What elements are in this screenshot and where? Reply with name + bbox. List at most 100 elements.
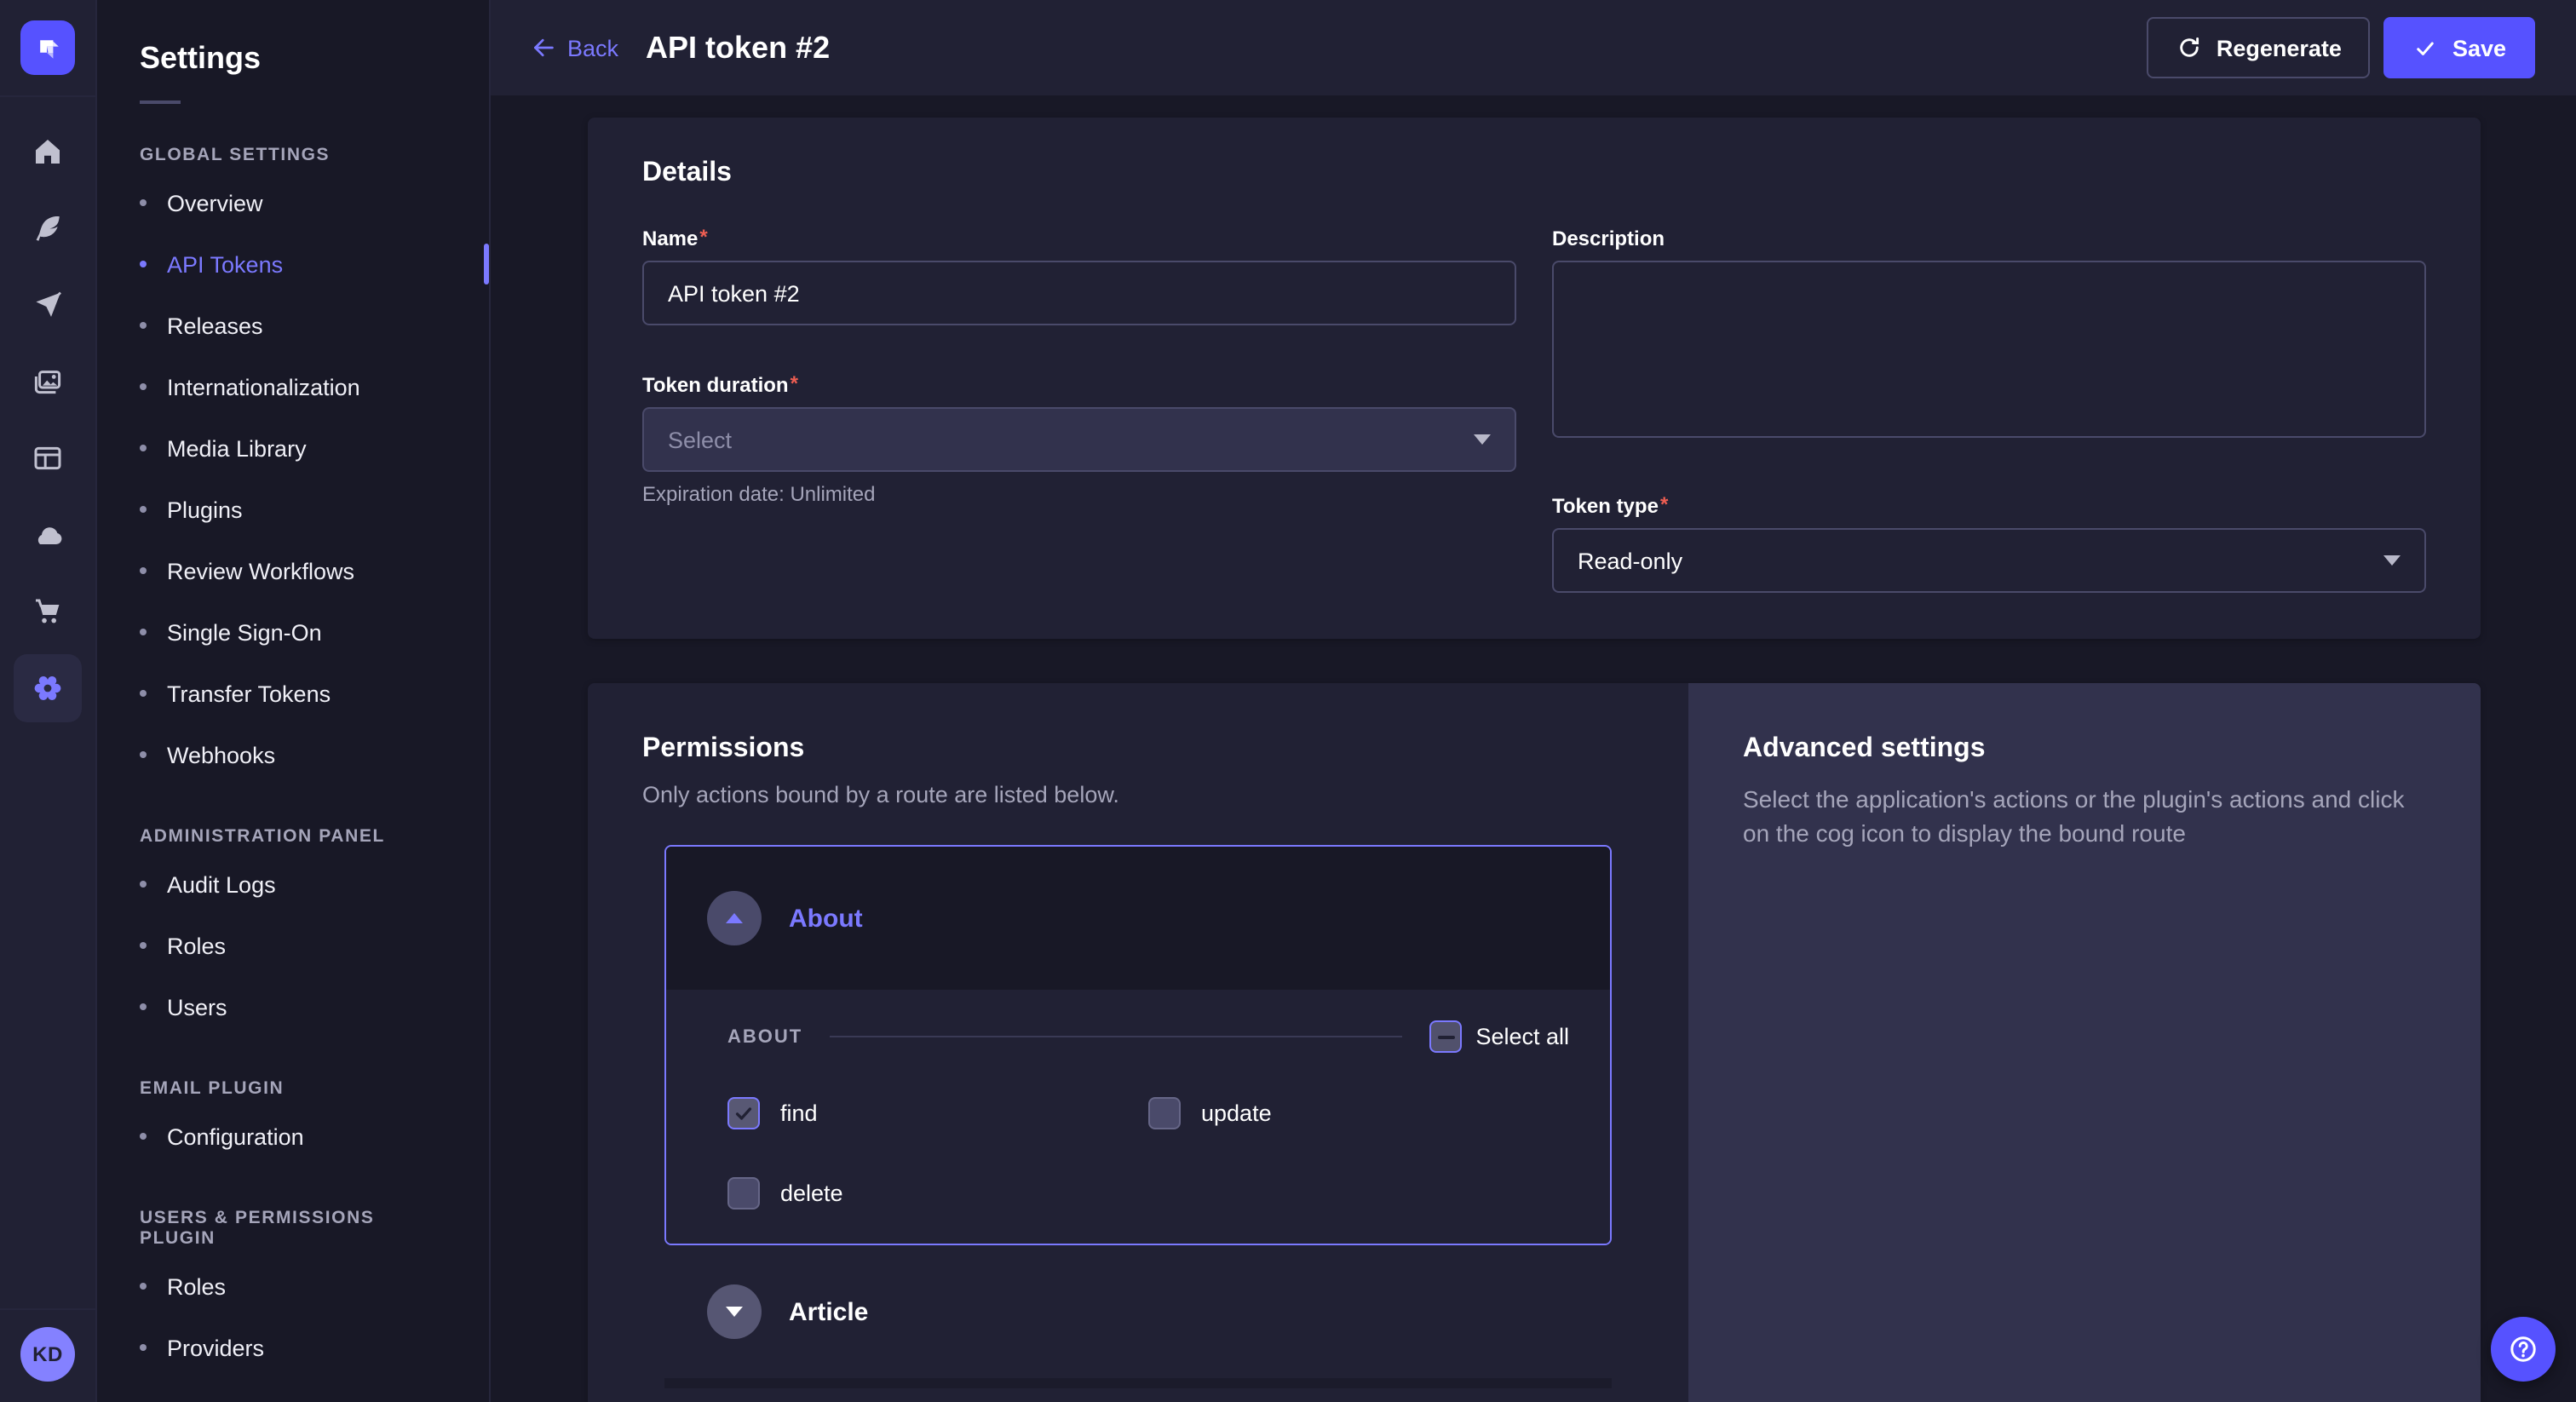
question-circle-icon (2506, 1332, 2540, 1366)
permissions-subtitle: Only actions bound by a route are listed… (642, 782, 1634, 807)
collapse-toggle-icon[interactable] (707, 891, 762, 945)
regenerate-label: Regenerate (2217, 35, 2342, 60)
refresh-icon (2176, 34, 2203, 61)
select-all-checkbox[interactable] (1429, 1020, 1462, 1053)
permissions-panel: Permissions Only actions bound by a rout… (588, 683, 1688, 1402)
accordion-header-article[interactable]: Article (664, 1245, 1612, 1378)
chevron-up-icon (726, 913, 743, 923)
accordion-body-about: ABOUT Select all find (666, 990, 1610, 1244)
bullet-icon (140, 1003, 147, 1010)
sidebar-item-admin-roles[interactable]: Roles (95, 915, 489, 976)
sidebar-item-media-library[interactable]: Media Library (95, 417, 489, 479)
sidebar-item-transfer-tokens[interactable]: Transfer Tokens (95, 663, 489, 724)
regenerate-button[interactable]: Regenerate (2147, 17, 2371, 78)
section-label-users-permissions-plugin: USERS & PERMISSIONS PLUGIN (140, 1208, 445, 1249)
description-textarea[interactable] (1552, 261, 2426, 438)
accordion-header-about[interactable]: About (666, 847, 1610, 990)
indeterminate-dash-icon (1437, 1035, 1454, 1038)
check-icon (733, 1102, 755, 1124)
permission-action-update: update (1148, 1097, 1569, 1129)
sidebar-item-api-tokens[interactable]: API Tokens (95, 233, 489, 295)
required-marker: * (1660, 494, 1668, 518)
layout-icon[interactable] (14, 424, 82, 492)
advanced-settings-title: Advanced settings (1743, 734, 2426, 765)
sidebar-item-internationalization[interactable]: Internationalization (95, 356, 489, 417)
delete-checkbox[interactable] (727, 1177, 760, 1210)
check-icon (2413, 35, 2439, 60)
user-avatar[interactable]: KD (20, 1327, 75, 1382)
required-marker: * (791, 373, 798, 397)
chevron-down-icon (1474, 434, 1491, 445)
token-duration-placeholder: Select (668, 427, 732, 452)
token-type-label: Token type* (1552, 494, 2426, 518)
send-icon[interactable] (14, 271, 82, 339)
sidebar-item-plugins[interactable]: Plugins (95, 479, 489, 540)
back-arrow-icon (530, 34, 557, 61)
accordion-title: About (789, 904, 863, 933)
feather-icon[interactable] (14, 194, 82, 262)
bullet-icon (140, 383, 147, 390)
find-checkbox[interactable] (727, 1097, 760, 1129)
section-label-administration-panel: ADMINISTRATION PANEL (140, 826, 445, 847)
cart-icon[interactable] (14, 577, 82, 646)
chevron-down-icon (2383, 555, 2401, 566)
sidebar-title-divider (140, 101, 181, 104)
page-header: Back API token #2 Regenerate Save (489, 0, 2576, 95)
back-button[interactable]: Back (530, 34, 618, 61)
sidebar-item-audit-logs[interactable]: Audit Logs (95, 853, 489, 915)
cloud-icon[interactable] (14, 501, 82, 569)
token-type-select[interactable]: Read-only (1552, 528, 2426, 593)
strapi-logo[interactable] (20, 20, 75, 75)
sidebar-item-overview[interactable]: Overview (95, 172, 489, 233)
expiration-hint: Expiration date: Unlimited (642, 482, 1516, 506)
sidebar-title: Settings (140, 41, 489, 77)
sidebar-item-admin-users[interactable]: Users (95, 976, 489, 1037)
back-label: Back (567, 35, 618, 60)
bullet-icon (140, 629, 147, 635)
sidebar-item-up-roles[interactable]: Roles (95, 1255, 489, 1317)
details-title: Details (642, 158, 2426, 189)
update-checkbox[interactable] (1148, 1097, 1181, 1129)
settings-gear-icon[interactable] (14, 654, 82, 722)
details-card: Details Name* Token duration* Select (588, 118, 2481, 639)
bullet-icon (140, 1283, 147, 1290)
expand-toggle-icon[interactable] (707, 1284, 762, 1339)
bullet-icon (140, 261, 147, 267)
advanced-settings-panel: Advanced settings Select the application… (1688, 683, 2481, 1402)
app-window: KD Settings GLOBAL SETTINGS Overview API… (0, 0, 2576, 1402)
bullet-icon (140, 322, 147, 329)
sidebar-item-webhooks[interactable]: Webhooks (95, 724, 489, 785)
main-nav-rail: KD (0, 0, 97, 1402)
settings-sidebar: Settings GLOBAL SETTINGS Overview API To… (95, 0, 491, 1402)
bullet-icon (140, 751, 147, 758)
name-label: Name* (642, 227, 1516, 250)
bullet-icon (140, 1344, 147, 1351)
permissions-title: Permissions (642, 734, 1634, 765)
permissions-card: Permissions Only actions bound by a rout… (588, 683, 2481, 1402)
bullet-icon (140, 881, 147, 888)
accordion-title: Article (789, 1297, 868, 1326)
divider-line (830, 1036, 1402, 1037)
permission-action-delete: delete (727, 1177, 1148, 1210)
bullet-icon (140, 567, 147, 574)
home-icon[interactable] (14, 118, 82, 186)
sidebar-item-single-sign-on[interactable]: Single Sign-On (95, 601, 489, 663)
save-button[interactable]: Save (2384, 17, 2535, 78)
bullet-icon (140, 942, 147, 949)
sidebar-item-releases[interactable]: Releases (95, 295, 489, 356)
bullet-icon (140, 199, 147, 206)
advanced-settings-description: Select the application's actions or the … (1743, 782, 2424, 851)
token-duration-label: Token duration* (642, 373, 1516, 397)
rail-divider (0, 95, 95, 97)
sidebar-item-email-configuration[interactable]: Configuration (95, 1106, 489, 1167)
sidebar-item-up-providers[interactable]: Providers (95, 1317, 489, 1378)
help-button[interactable] (2491, 1317, 2556, 1382)
name-input[interactable] (642, 261, 1516, 325)
section-label-email-plugin: EMAIL PLUGIN (140, 1078, 445, 1099)
permission-action-find: find (727, 1097, 1148, 1129)
save-label: Save (2452, 35, 2506, 60)
media-library-icon[interactable] (14, 348, 82, 416)
sidebar-item-review-workflows[interactable]: Review Workflows (95, 540, 489, 601)
token-duration-select[interactable]: Select (642, 407, 1516, 472)
rail-bottom-divider (0, 1308, 95, 1310)
